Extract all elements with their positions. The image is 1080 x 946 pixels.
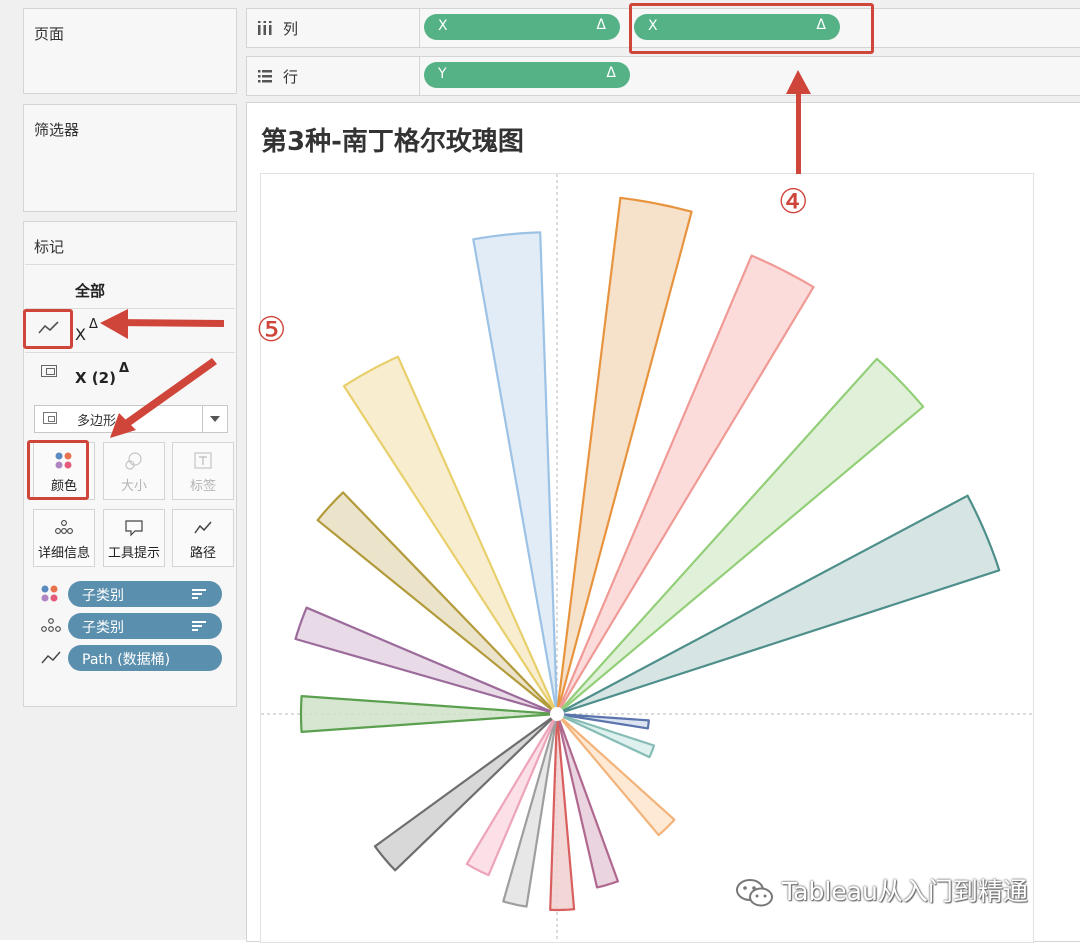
- arrow-to-line-icon: [100, 309, 224, 339]
- tableau-workspace: 页面 筛选器 标记 全部 X Δ X (2) Δ 多边形 颜色 大小 标签 详细…: [0, 0, 1080, 943]
- arrow-to-columns: [786, 70, 811, 174]
- watermark-text: Tableau从入门到精通: [782, 877, 1028, 906]
- wechat-icon: [734, 876, 776, 914]
- step-4-annotation: ④: [778, 182, 809, 222]
- annotation-arrows: [100, 70, 811, 438]
- arrow-to-color-button: [110, 358, 217, 438]
- step-5-annotation: ⑤: [256, 310, 287, 350]
